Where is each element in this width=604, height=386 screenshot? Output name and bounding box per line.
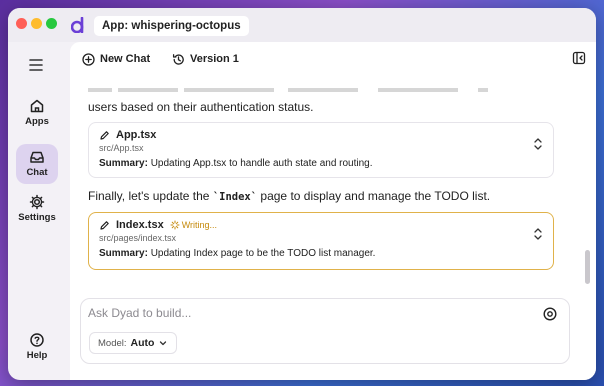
stop-circle-icon[interactable]: [543, 307, 557, 321]
sidebar-item-label: Apps: [25, 116, 49, 127]
sidebar: Apps Chat Settings Help: [8, 42, 70, 380]
sidebar-item-settings[interactable]: Settings: [16, 194, 58, 230]
file-name: Index.tsx: [116, 219, 164, 231]
pencil-icon: [100, 220, 109, 230]
inline-code: `Index`: [212, 191, 258, 203]
chevron-down-icon: [160, 341, 167, 346]
file-summary: Summary: Updating App.tsx to handle auth…: [99, 158, 543, 169]
sidebar-item-chat[interactable]: Chat: [16, 144, 58, 184]
sidebar-item-label: Settings: [18, 212, 56, 223]
summary-text: Updating App.tsx to handle auth state an…: [150, 158, 373, 169]
app-title[interactable]: App: whispering-octopus: [94, 16, 249, 36]
version-button[interactable]: Version 1: [172, 51, 239, 67]
maximize-window-button[interactable]: [46, 18, 57, 29]
sidebar-item-label: Chat: [26, 167, 48, 178]
clipped-text-fragment: [88, 88, 488, 92]
file-path: src/pages/index.tsx: [99, 233, 177, 243]
model-label: Model:: [98, 337, 127, 349]
cut-off-message-line: [88, 82, 568, 94]
app-window: App: whispering-octopus Apps Chat Settin…: [8, 8, 596, 380]
chevron-up-down-icon[interactable]: [533, 137, 543, 151]
summary-text: Updating Index page to be the TODO list …: [150, 248, 376, 259]
chevron-up-down-icon[interactable]: [533, 227, 543, 241]
version-label: Version 1: [190, 53, 239, 65]
model-value: Auto: [130, 337, 155, 349]
help-circle-icon: [30, 333, 44, 347]
file-path: src/App.tsx: [99, 143, 144, 153]
file-edit-card[interactable]: App.tsx src/App.tsx Summary: Updating Ap…: [88, 122, 554, 178]
assistant-message-text: Finally, let's update the `Index` page t…: [88, 189, 490, 203]
summary-label: Summary:: [99, 248, 148, 259]
sidebar-item-apps[interactable]: Apps: [16, 98, 58, 134]
close-window-button[interactable]: [16, 18, 27, 29]
file-edit-card-writing[interactable]: Index.tsx Writing... src/pages/index.tsx…: [88, 212, 554, 270]
chat-panel: New Chat Version 1 users based on their …: [70, 42, 596, 380]
pencil-icon: [100, 130, 109, 140]
hamburger-menu-icon[interactable]: [28, 58, 44, 72]
model-selector[interactable]: Model: Auto: [89, 332, 178, 354]
writing-status: Writing...: [170, 220, 217, 230]
new-chat-label: New Chat: [100, 53, 151, 65]
file-summary: Summary: Updating Index page to be the T…: [99, 248, 543, 259]
inbox-icon: [30, 151, 44, 163]
sidebar-item-help[interactable]: Help: [16, 332, 58, 368]
chat-composer[interactable]: Ask Dyad to build... Model: Auto: [80, 298, 570, 364]
writing-status-label: Writing...: [181, 220, 218, 230]
chat-toolbar: New Chat Version 1: [70, 42, 596, 76]
chat-input[interactable]: Ask Dyad to build...: [88, 306, 191, 320]
gear-icon: [29, 194, 45, 210]
sidebar-item-label: Help: [26, 350, 48, 361]
new-chat-button[interactable]: New Chat: [82, 51, 150, 67]
plus-circle-icon: [82, 52, 95, 66]
file-name: App.tsx: [116, 129, 157, 141]
home-icon: [30, 99, 44, 113]
toggle-panel-icon[interactable]: [572, 51, 586, 65]
chat-scrollbar[interactable]: [585, 250, 590, 284]
message-text-before: Finally, let's update the: [88, 189, 213, 203]
summary-label: Summary:: [99, 158, 148, 169]
assistant-message-text: users based on their authentication stat…: [88, 100, 314, 114]
minimize-window-button[interactable]: [31, 18, 42, 29]
loading-spinner-icon: [170, 220, 180, 230]
title-bar: App: whispering-octopus: [8, 8, 596, 42]
history-icon: [172, 53, 184, 65]
message-text-after: page to display and manage the TODO list…: [257, 189, 491, 203]
dyad-logo-icon: [71, 17, 84, 33]
